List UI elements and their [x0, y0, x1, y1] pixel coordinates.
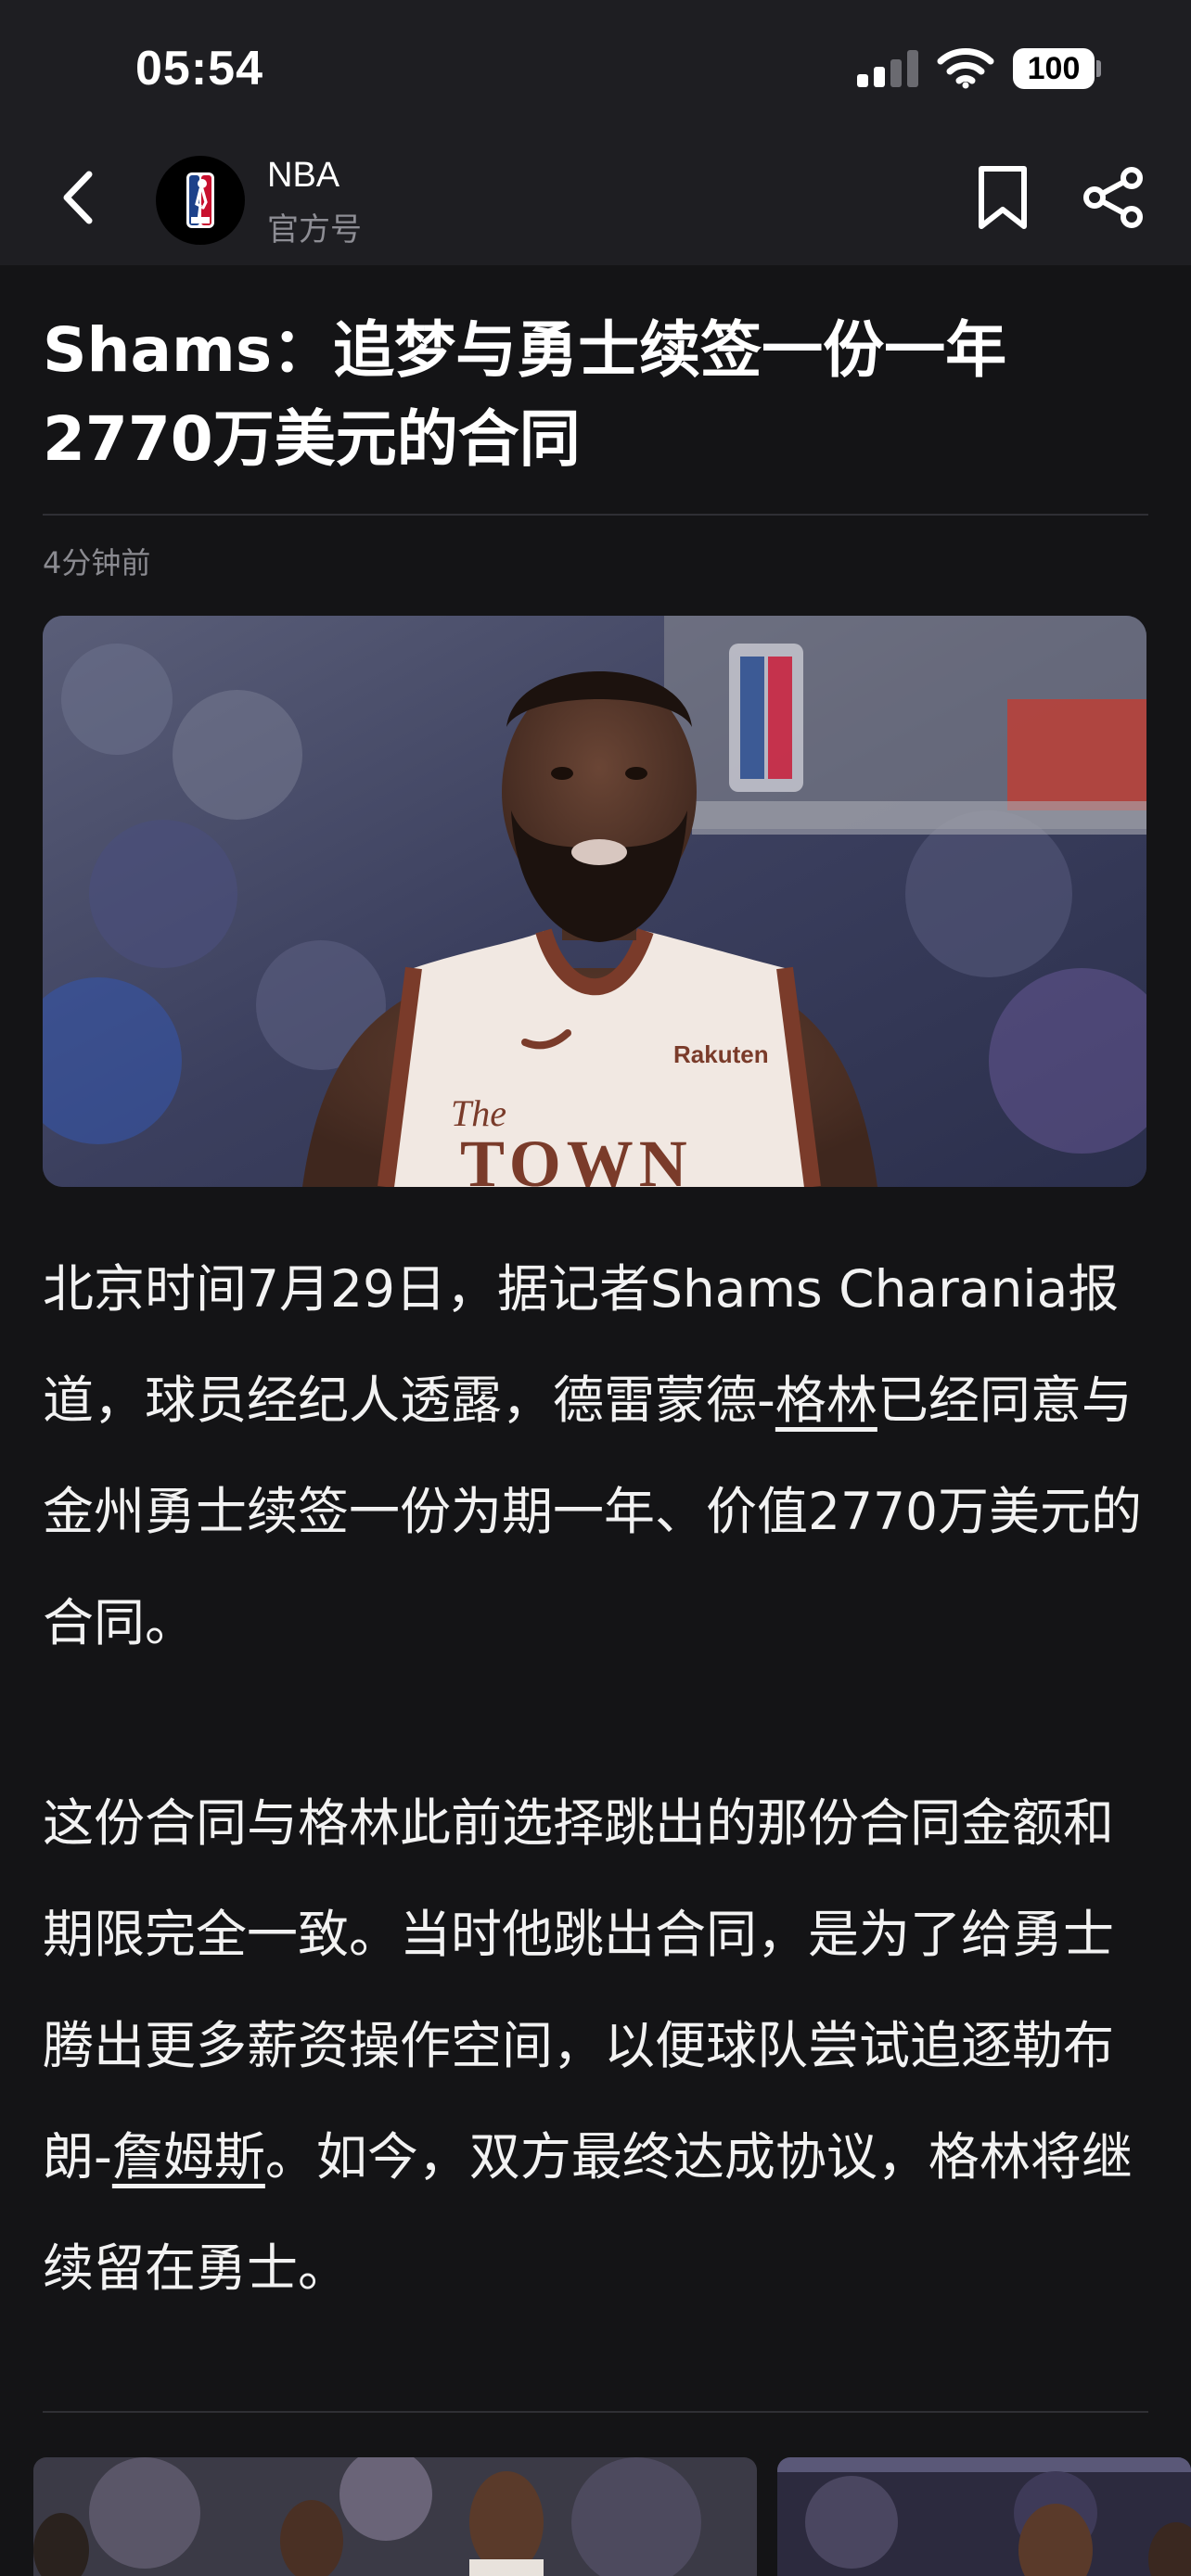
battery-cap	[1096, 60, 1101, 77]
article-image[interactable]: Rakuten The TOWN	[43, 616, 1146, 1187]
bookmark-button[interactable]	[974, 163, 1031, 232]
content-divider	[43, 2411, 1148, 2413]
status-time: 05:54	[135, 42, 263, 96]
back-button[interactable]	[52, 163, 108, 232]
share-button[interactable]	[1082, 165, 1146, 230]
signal-icon	[857, 50, 920, 87]
wifi-icon	[937, 48, 994, 89]
channel-subtitle: 官方号	[267, 211, 362, 249]
article-paragraph-2: 这份合同与格林此前选择跳出的那份合同金额和期限完全一致。当时他跳出合同，是为了给…	[43, 1767, 1156, 2324]
channel-avatar[interactable]	[156, 156, 245, 245]
player-link-green[interactable]: 格林	[775, 1371, 877, 1430]
article-title: Shams：追梦与勇士续签一份一年2770万美元的合同	[43, 314, 1007, 475]
battery-icon: 100	[1013, 48, 1095, 89]
bookmark-icon	[979, 166, 1027, 229]
article-paragraph-1: 北京时间7月29日，据记者Shams Charania报道，球员经纪人透露，德雷…	[43, 1233, 1156, 1678]
jersey-text-line2: TOWN	[460, 1127, 693, 1187]
top-bar: 05:54 100 NBA 官方号	[0, 0, 1191, 265]
related-card-1[interactable]	[33, 2457, 757, 2576]
channel-name[interactable]: NBA	[267, 156, 339, 196]
player-link-james[interactable]: 詹姆斯	[112, 2127, 265, 2187]
player-photo: Rakuten The TOWN	[43, 616, 1146, 1187]
related-card-1-image	[33, 2457, 757, 2576]
related-card-2-image	[777, 2457, 1191, 2576]
jersey-sponsor: Rakuten	[673, 1040, 769, 1068]
publish-time: 4分钟前	[43, 545, 151, 580]
nba-logo	[186, 172, 214, 228]
back-icon	[63, 171, 93, 224]
related-card-2[interactable]	[777, 2457, 1191, 2576]
title-divider	[43, 514, 1148, 516]
share-icon	[1083, 167, 1143, 228]
